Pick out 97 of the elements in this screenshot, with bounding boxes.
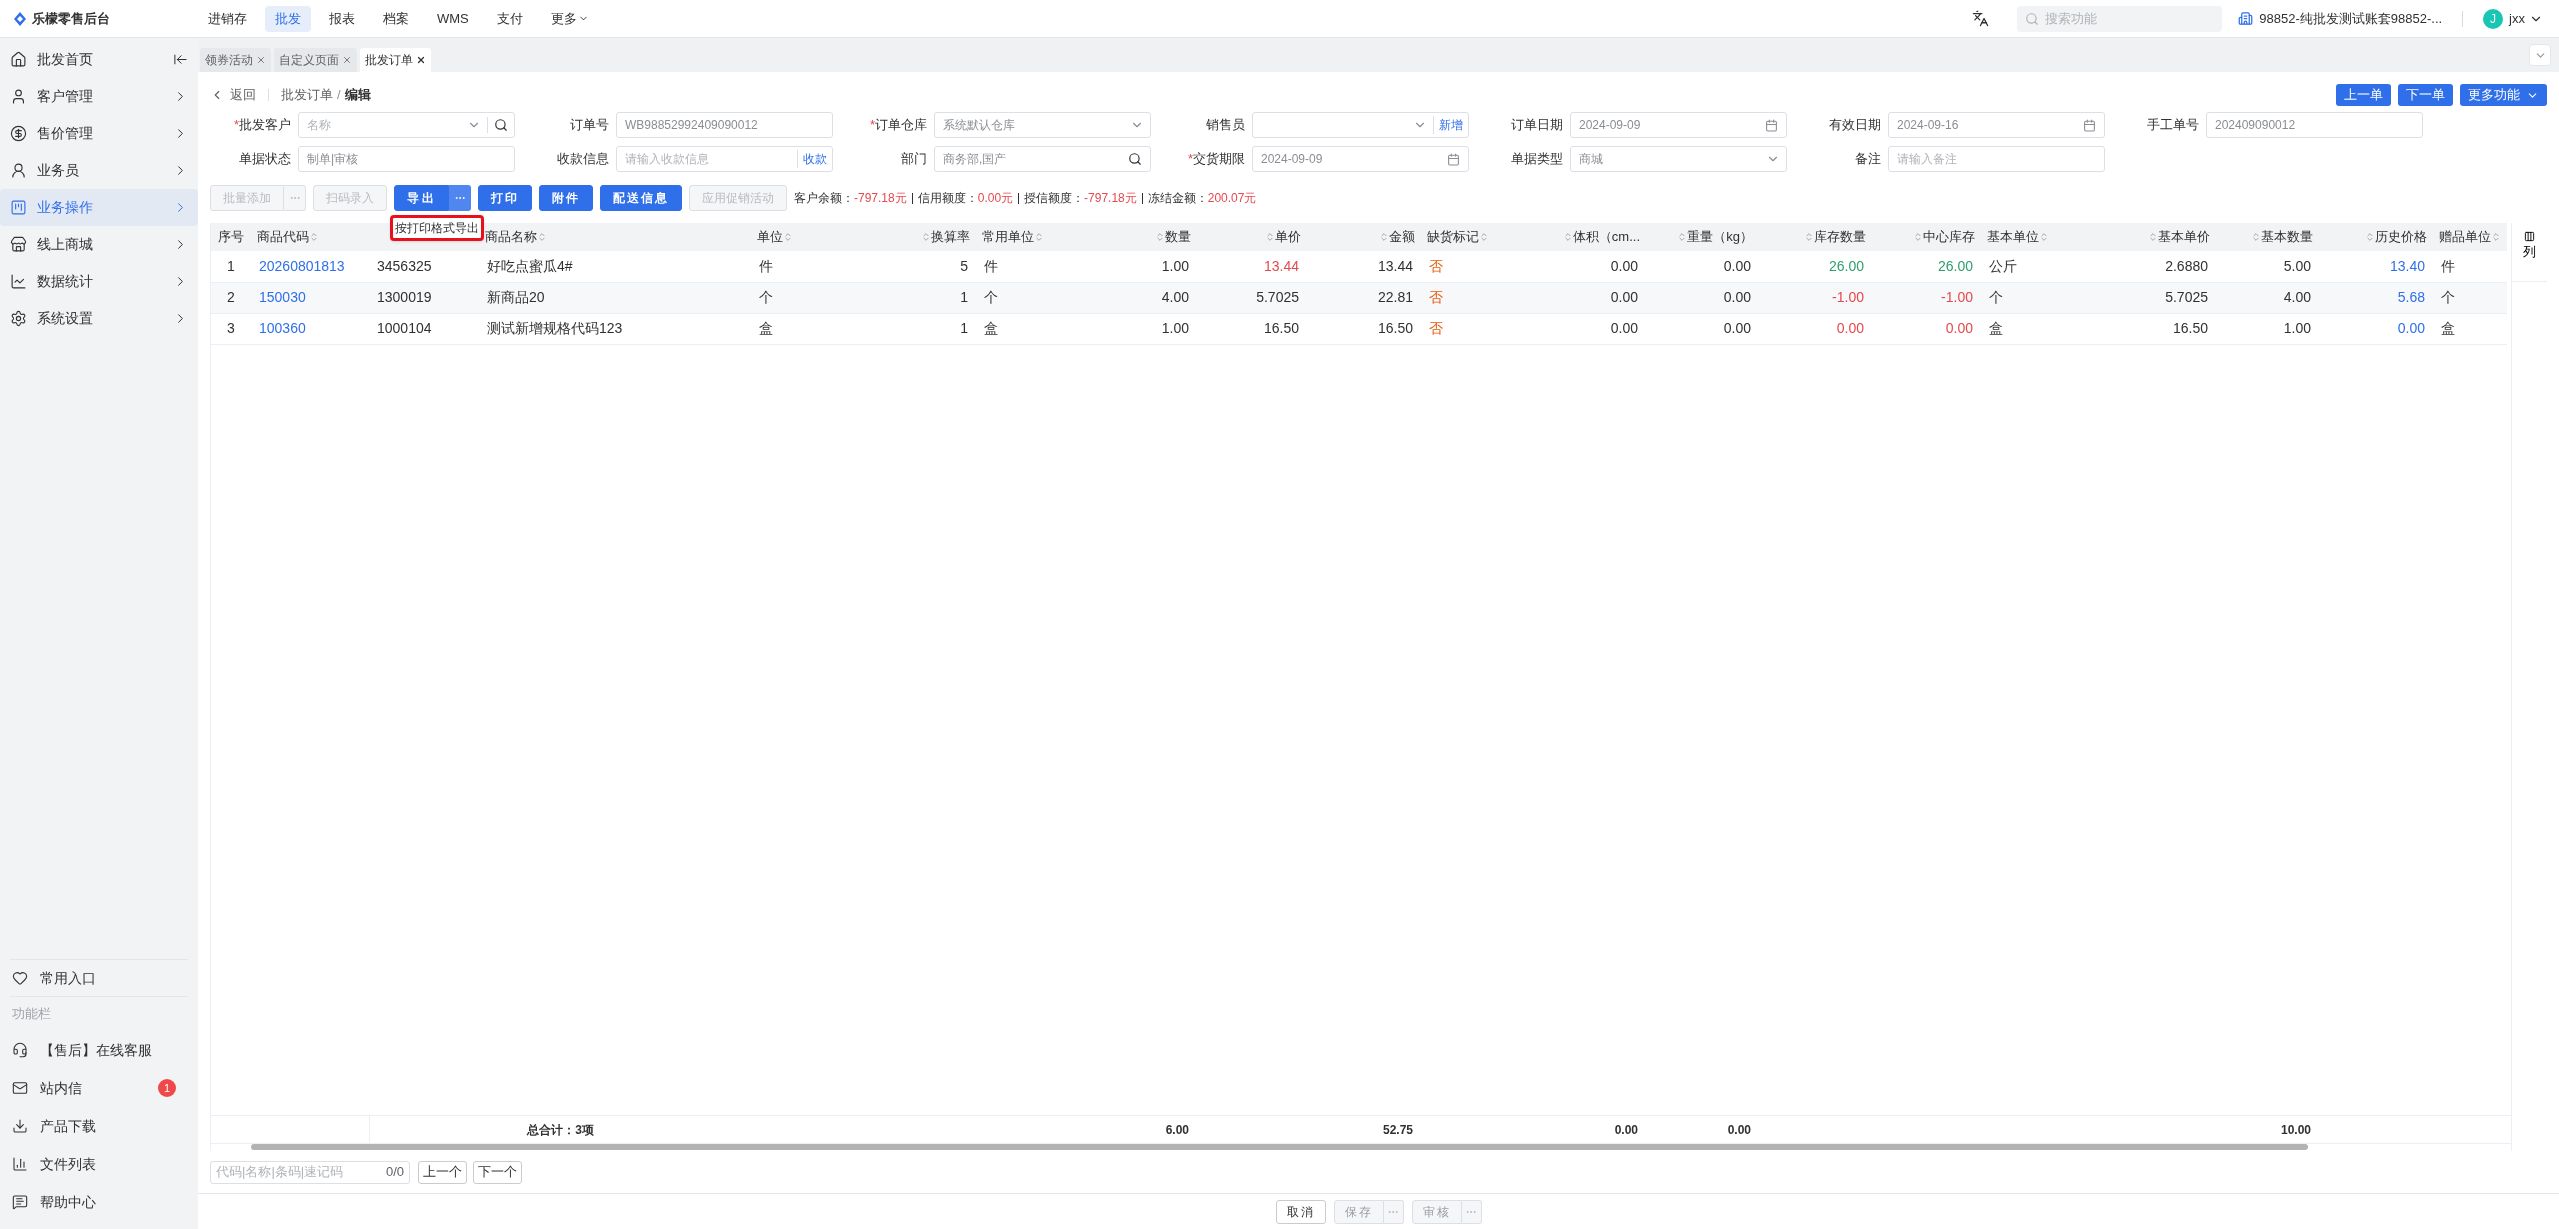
balance-value: 0.00元 [977,190,1014,207]
table-cell: 个 [984,289,998,305]
tooltip: 按打印格式导出 [390,215,484,241]
total-value: 52.75 [1382,1122,1413,1137]
field-label-text: 单据状态 [239,151,291,167]
table-cell: 新商品20 [487,289,545,305]
total-value: 0.00 [1614,1122,1638,1137]
table-cell: 4.00 [1161,289,1189,305]
field-label-text: 部门 [901,151,927,167]
table-cell: -1.00 [1832,289,1864,305]
field-label-text: 单据类型 [1511,151,1563,167]
table-cell: 1.00 [1161,257,1189,274]
table-cell: 1 [960,289,968,305]
table-cell: 个 [759,289,773,305]
section-title: 功能栏 [11,1005,52,1024]
breadcrumb-item: 编辑 [344,86,371,105]
balance-label: 信用额度： [917,190,978,207]
table-cell: 22.81 [1377,289,1413,305]
balance-value: -797.18元 [854,190,907,207]
field-label-text: 手工单号 [2147,117,2199,133]
balance-label: 冻结金额： [1147,190,1208,207]
field-label-text: 订单仓库 [875,117,927,133]
required-mark: * [233,117,239,133]
required-mark: * [1187,151,1193,167]
field-label-text: 订单号 [570,117,609,133]
table-cell: 5 [960,257,968,274]
field-label-text: 备注 [1855,151,1881,167]
table-cell: 0.00 [1610,289,1638,305]
total-value: 10.00 [2280,1122,2311,1137]
table-cell: 个 [1989,289,2003,305]
total-value: 0.00 [1727,1122,1751,1137]
table-cell: 1 [960,320,968,336]
table-cell: 0.00 [1723,257,1751,274]
table-cell: 3456325 [377,257,432,274]
table-cell: 盒 [759,320,773,336]
table-cell: 1.00 [1161,320,1189,336]
table-cell: 0.00 [1945,320,1973,336]
table-cell: 1 [227,257,235,274]
table-cell: 0.00 [1723,289,1751,305]
table-cell: -1.00 [1941,289,1973,305]
table-cell: 1000104 [377,320,432,336]
table-cell: 2 [227,289,235,305]
match-count: 0/0 [385,1163,404,1182]
table-cell: 16.50 [2172,320,2208,336]
table-cell: 0.00 [1723,320,1751,336]
table-cell: 4.00 [2283,289,2311,305]
total-value: 6.00 [1165,1122,1189,1137]
field-label-text: 交货期限 [1193,151,1245,167]
field-label-text: 有效日期 [1829,117,1881,133]
table-cell: 3 [227,320,235,336]
table-cell: 0.00 [1610,320,1638,336]
field-label-text: 销售员 [1206,117,1245,133]
table-cell: 5.7025 [1256,289,1299,305]
total-label: 总合计：3项 [527,1121,594,1139]
table-cell: 好吃点蜜瓜4# [487,257,573,274]
table-cell: 0.00 [1836,320,1864,336]
table-cell: 16.50 [1263,320,1299,336]
table-cell: 个 [2441,289,2455,305]
table-cell: 5.68 [2397,289,2425,305]
table-cell: 否 [1429,289,1443,305]
balance-label: 授信额度： [1024,190,1085,207]
breadcrumb-separator: / [337,86,341,105]
table-cell: 盒 [2441,320,2455,336]
field-label-text: 收款信息 [557,151,609,167]
table-cell: 16.50 [1377,320,1413,336]
brand-name: 乐檬零售后台 [32,9,110,28]
table-cell: 2.6880 [2165,257,2208,274]
balance-label: 客户余额： [794,190,854,207]
table-cell: 否 [1429,320,1443,336]
field-label-text: 批发客户 [239,117,291,133]
table-cell: 20260801813 [259,257,345,274]
table-cell: 13.44 [1377,257,1413,274]
table-cell: 件 [759,257,773,274]
table-cell: 盒 [1989,320,2003,336]
table-cell: 26.00 [1828,257,1864,274]
balance-value: 200.07元 [1207,190,1257,207]
table-cell: 5.00 [2283,257,2311,274]
count-badge: 1 [158,1079,176,1097]
required-mark: * [869,117,875,133]
table-cell: 1.00 [2283,320,2311,336]
table-cell: 150030 [259,289,306,305]
balance-value: -797.18元 [1084,190,1137,207]
table-cell: 否 [1429,257,1443,274]
table-cell: 5.7025 [2165,289,2208,305]
table-cell: 13.40 [2389,257,2425,274]
table-cell: 件 [984,257,998,274]
table-cell: 测试新增规格代码123 [487,320,623,336]
table-cell: 盒 [984,320,998,336]
table-cell: 26.00 [1937,257,1973,274]
table-cell: 100360 [259,320,306,336]
table-cell: 0.00 [1610,257,1638,274]
table-cell: 13.44 [1263,257,1299,274]
table-cell: 件 [2441,257,2455,274]
table-cell: 1300019 [377,289,432,305]
table-cell: 公斤 [1989,257,2017,274]
table-cell: 0.00 [2397,320,2425,336]
field-label-text: 订单日期 [1511,117,1563,133]
